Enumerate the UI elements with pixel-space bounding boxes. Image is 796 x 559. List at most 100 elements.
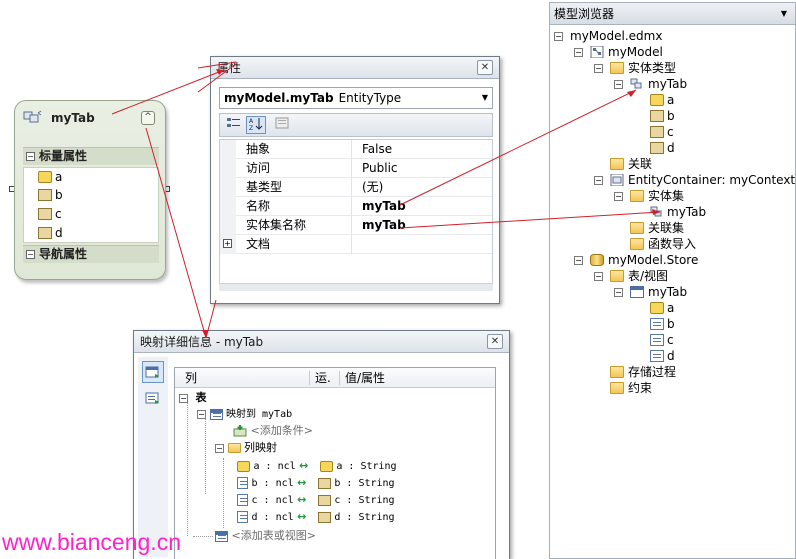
key-icon: [650, 94, 664, 106]
folder-icon: [630, 222, 644, 234]
maps-to-node[interactable]: − 映射到 myTab: [197, 406, 292, 423]
mapping-details-window: 映射详细信息 - myTab ✕ 列 运. 值/属性 − 表 − 映射到 myT: [133, 330, 510, 559]
column-icon: [650, 318, 664, 330]
chevron-down-icon[interactable]: ▼: [482, 88, 488, 108]
property-row-abstract[interactable]: 抽象 False: [220, 140, 492, 159]
bidirectional-arrow-icon: ↔: [297, 510, 307, 523]
close-button[interactable]: ✕: [477, 60, 493, 75]
categorized-button[interactable]: [224, 116, 244, 134]
scalar-properties-header[interactable]: − 标量属性: [23, 147, 159, 165]
property-pages-button[interactable]: [272, 116, 292, 134]
collapse-icon[interactable]: −: [197, 409, 206, 419]
entity-type-icon: [630, 78, 642, 89]
scalar-properties-list: a b c d: [23, 167, 159, 243]
svg-text:A: A: [249, 118, 254, 125]
mapping-side-toolbar: [138, 357, 168, 557]
properties-window: 属性 ✕ myModel.myTab EntityType ▼ AZ 抽象 Fal…: [210, 56, 500, 304]
column-mappings-node[interactable]: − 列映射: [215, 440, 277, 456]
property-icon: [317, 494, 331, 506]
mapping-title: 映射详细信息 - myTab: [134, 331, 509, 353]
bidirectional-arrow-icon: ↔: [299, 459, 309, 472]
property-row-access[interactable]: 访问 Public: [220, 159, 492, 178]
folder-icon: [610, 62, 624, 74]
key-icon: [38, 171, 52, 183]
table-node[interactable]: − 表: [179, 390, 207, 406]
column-mapping-row-d[interactable]: d : ncl ↔ d : String: [237, 509, 395, 526]
property-icon: [650, 142, 664, 154]
entity-title: myTab: [51, 111, 95, 125]
collapse-icon[interactable]: −: [594, 272, 603, 281]
add-condition-icon: [233, 425, 247, 437]
function-mapping-icon: [145, 392, 159, 404]
collapse-icon[interactable]: −: [26, 250, 35, 259]
collapse-icon[interactable]: −: [614, 80, 623, 89]
column-icon: [237, 511, 248, 523]
bidirectional-arrow-icon: ↔: [297, 493, 307, 506]
add-table-row[interactable]: <添加表或视图>: [215, 528, 316, 544]
object-name: myModel.myTab: [224, 91, 334, 105]
folder-icon: [630, 190, 644, 202]
column-header-operator[interactable]: 运.: [315, 368, 331, 388]
property-grid: 抽象 False 访问 Public 基类型 (无) 名称 myTab 实体集名…: [219, 139, 493, 291]
table-mapping-icon: [145, 366, 159, 378]
object-selector[interactable]: myModel.myTab EntityType ▼: [219, 87, 493, 109]
property-icon: [38, 208, 52, 220]
entity-header: myTab ^: [15, 101, 165, 137]
navigation-properties-header[interactable]: − 导航属性: [23, 245, 159, 263]
scalar-properties-label: 标量属性: [39, 149, 88, 163]
horizontal-scrollbar[interactable]: [219, 283, 493, 291]
column-header-value[interactable]: 值/属性: [345, 368, 385, 388]
property-row-documentation[interactable]: + 文档: [220, 235, 492, 254]
column-mapping-row-b[interactable]: b : ncl ↔ b : String: [237, 475, 395, 492]
property-icon: [38, 189, 52, 201]
property-icon: [38, 227, 52, 239]
chevron-down-icon[interactable]: ▼: [781, 3, 787, 25]
folder-icon: [227, 443, 241, 453]
properties-title: 属性: [211, 57, 499, 79]
property-row-entity-set-name[interactable]: 实体集名称 myTab: [220, 216, 492, 235]
property-icon: [650, 126, 664, 138]
column-header-column[interactable]: 列: [185, 368, 197, 388]
collapse-icon[interactable]: −: [614, 288, 623, 297]
folder-icon: [610, 158, 624, 170]
add-condition-row[interactable]: <添加条件>: [233, 423, 313, 439]
model-icon: [590, 46, 604, 58]
map-to-tables-button[interactable]: [142, 361, 164, 383]
collapse-icon[interactable]: −: [179, 393, 188, 403]
folder-icon: [610, 270, 624, 282]
alphabetical-button[interactable]: AZ: [246, 116, 266, 134]
map-to-functions-button[interactable]: [142, 387, 164, 409]
column-mapping-row-c[interactable]: c : ncl ↔ c : String: [237, 492, 395, 509]
collapse-icon[interactable]: −: [26, 152, 35, 161]
bidirectional-arrow-icon: ↔: [297, 476, 307, 489]
column-mapping-row-a[interactable]: a : ncl ↔ a : String: [237, 458, 397, 475]
collapse-icon[interactable]: −: [594, 176, 603, 185]
collapse-icon[interactable]: −: [614, 192, 623, 201]
database-icon: [590, 254, 604, 266]
properties-toolbar: AZ: [219, 113, 493, 137]
entity-type-icon: [23, 110, 42, 123]
close-button[interactable]: ✕: [487, 334, 503, 349]
property-row-base-type[interactable]: 基类型 (无): [220, 178, 492, 197]
table-icon: [215, 530, 228, 542]
property-row-name[interactable]: 名称 myTab: [220, 197, 492, 216]
collapse-button[interactable]: ^: [141, 111, 155, 125]
model-browser-panel: 模型浏览器 ▼ − myModel.edmx − myModel − 实体类型 …: [549, 2, 796, 559]
entity-shape-mytab[interactable]: myTab ^ − 标量属性 a b c d − 导航属性: [14, 100, 166, 280]
collapse-icon[interactable]: −: [594, 64, 603, 73]
expand-icon[interactable]: +: [223, 239, 232, 248]
key-column-icon: [237, 460, 250, 472]
entity-set-icon: [650, 206, 662, 217]
model-browser-title: 模型浏览器 ▼: [550, 3, 795, 25]
collapse-icon[interactable]: −: [574, 48, 583, 57]
container-icon: [610, 174, 624, 186]
column-icon: [650, 334, 664, 346]
property-icon: [317, 511, 331, 523]
property-icon: [650, 110, 664, 122]
collapse-icon[interactable]: −: [215, 443, 224, 453]
sort-alphabetical-icon: AZ: [249, 118, 263, 132]
categorized-icon: [227, 118, 240, 127]
collapse-icon[interactable]: −: [554, 32, 563, 41]
collapse-icon[interactable]: −: [574, 256, 583, 265]
property-pages-icon: [275, 117, 289, 129]
